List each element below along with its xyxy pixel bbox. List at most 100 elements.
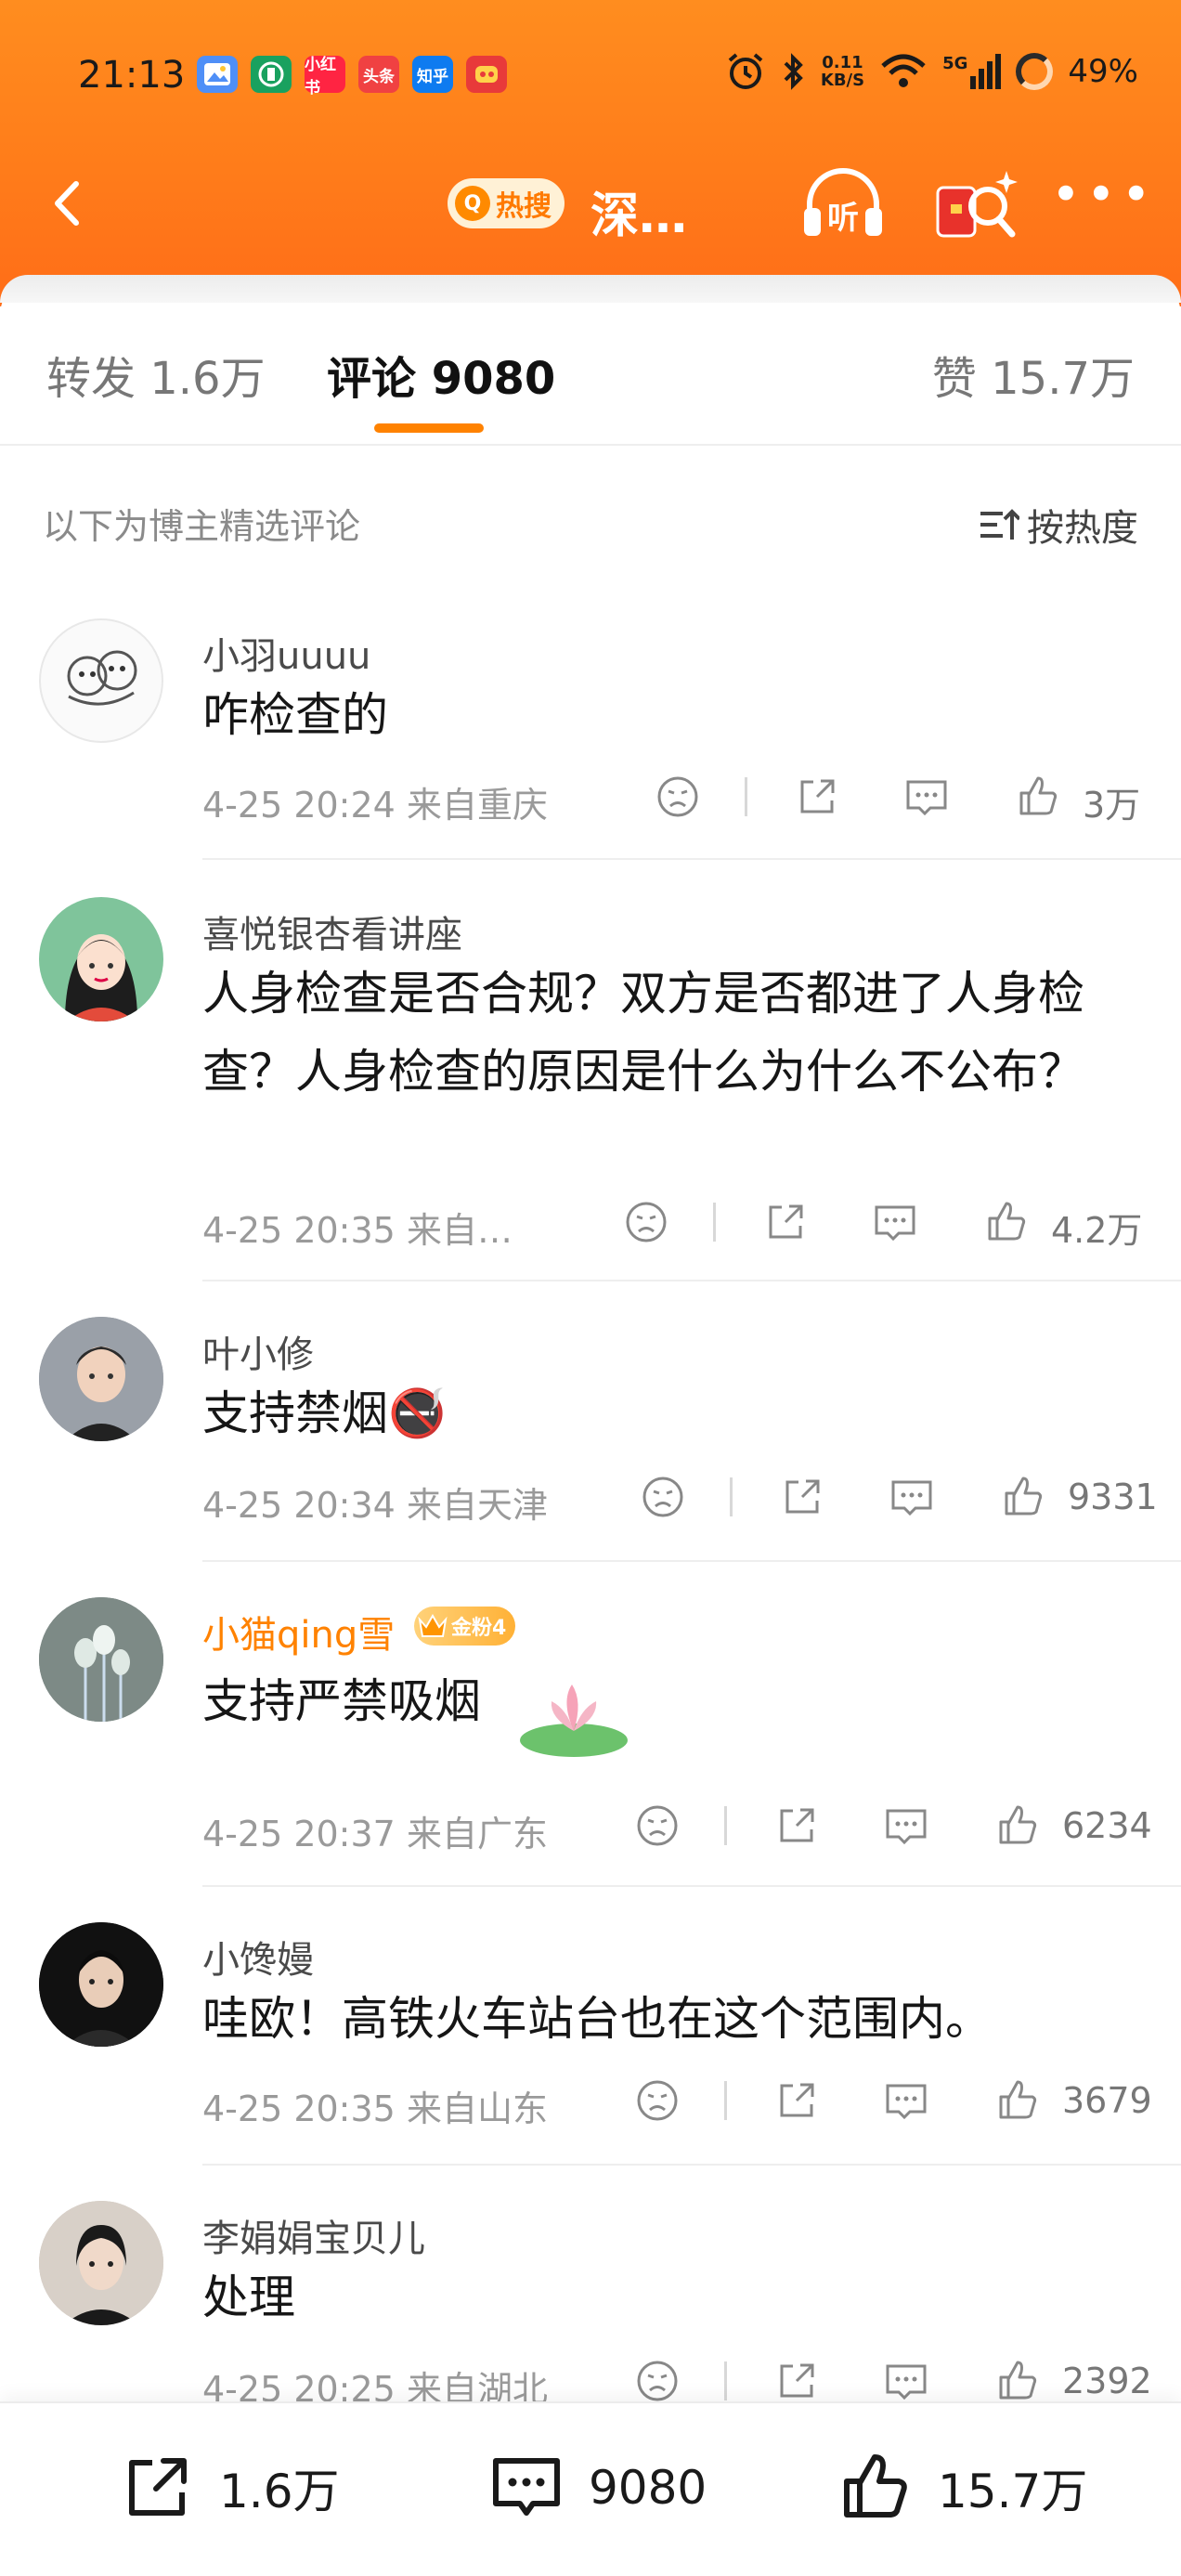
comment-actions: 4.2万 [0, 1194, 1181, 1254]
dislike-button[interactable] [629, 2353, 685, 2409]
dislike-button[interactable] [650, 769, 706, 825]
status-time: 21:13 [78, 54, 186, 97]
repost-button[interactable]: 1.6万 [115, 2446, 340, 2530]
red-packet-icon [936, 171, 1018, 238]
sad-face-icon [626, 1202, 667, 1242]
tab-likes[interactable]: 赞 15.7万 [932, 342, 1135, 407]
share-button[interactable] [774, 1469, 830, 1525]
sad-face-icon [637, 2080, 678, 2121]
like-button[interactable] [990, 2353, 1045, 2409]
hot-search-badge[interactable]: Q 热搜 [448, 178, 565, 228]
dislike-button[interactable] [635, 1469, 691, 1525]
reply-button[interactable] [878, 1798, 934, 1854]
reply-button[interactable] [878, 2353, 934, 2409]
tab-indicator [374, 423, 484, 433]
zhihu-app-icon: 知乎 [412, 56, 453, 93]
tab-bar: 转发 1.6万 评论 9080 赞 15.7万 [0, 342, 1181, 435]
share-button[interactable] [758, 1194, 813, 1250]
like-post-button[interactable]: 15.7万 [834, 2446, 1087, 2530]
thumbs-up-icon [1019, 776, 1058, 815]
reply-button[interactable] [899, 769, 954, 825]
no-smoking-emoji: 🚭 [388, 1386, 447, 1440]
red-packet-search-button[interactable] [928, 163, 1021, 247]
avatar[interactable] [39, 897, 163, 1021]
dislike-button[interactable] [629, 1798, 685, 1854]
dislike-button[interactable] [618, 1194, 674, 1250]
comment-text: 支持严禁吸烟 [202, 1674, 481, 1728]
like-count: 6234 [1062, 1805, 1152, 1846]
back-button[interactable] [37, 171, 102, 236]
reply-button[interactable] [878, 2073, 934, 2128]
tab-comments[interactable]: 评论 9080 [327, 342, 555, 407]
comment-icon [886, 2364, 927, 2400]
username[interactable]: 小馋嫚 [202, 1930, 314, 1984]
status-bar: 21:13 小红书 头条 知乎 0.11 KB/S 5G 49% [0, 0, 1181, 149]
bluetooth-icon [784, 53, 803, 90]
selected-comments-label: 以下为博主精选评论 [43, 506, 361, 547]
thumbs-up-icon [988, 1202, 1026, 1241]
toutiao-app-icon: 头条 [358, 56, 399, 93]
repost-count: 1.6万 [219, 2465, 340, 2518]
comment-text: 处理 [202, 2270, 295, 2324]
lotus-sticker-icon [514, 1673, 635, 1766]
avatar[interactable] [39, 618, 163, 743]
battery-level: 49% [1068, 53, 1138, 90]
comment-icon [875, 1205, 915, 1242]
comment-icon [886, 1809, 927, 1845]
tab-repost[interactable]: 转发 1.6万 [46, 342, 266, 407]
username[interactable]: 喜悦银杏看讲座 [202, 904, 462, 958]
notification-icons: 小红书 头条 知乎 [197, 56, 507, 98]
bottom-action-bar: 1.6万 9080 15.7万 [0, 2401, 1181, 2576]
like-button[interactable] [979, 1194, 1034, 1250]
listen-button[interactable]: 听 [797, 160, 889, 249]
thumbs-up-icon [999, 2080, 1037, 2119]
dislike-button[interactable] [629, 2073, 685, 2128]
net-speed: 0.11 KB/S [820, 53, 865, 90]
like-button[interactable] [995, 1469, 1051, 1525]
like-button[interactable] [990, 2073, 1045, 2128]
comment-button[interactable]: 9080 [485, 2446, 707, 2530]
avatar[interactable] [39, 2201, 163, 2325]
headphones-icon: 听 [804, 168, 882, 237]
gallery-app-icon [197, 56, 238, 93]
avatar[interactable] [39, 1922, 163, 2047]
like-count: 4.2万 [1051, 1210, 1143, 1251]
like-count: 15.7万 [938, 2465, 1088, 2518]
like-count: 3679 [1062, 2080, 1152, 2121]
more-icon[interactable]: ••• [1051, 170, 1151, 232]
sad-face-icon [657, 776, 698, 817]
comment-actions: 6234 [0, 1798, 1181, 1857]
sad-face-icon [637, 2361, 678, 2401]
like-button[interactable] [990, 1798, 1045, 1854]
alarm-icon [728, 53, 763, 89]
thumbs-up-icon [1005, 1477, 1043, 1516]
share-icon [785, 1479, 820, 1514]
sort-by-hot-button[interactable]: 按热度 [979, 498, 1138, 552]
comment-actions: 3679 [0, 2073, 1181, 2132]
share-button[interactable] [769, 2073, 824, 2128]
comment-actions: 3万 [0, 769, 1181, 828]
comment-actions: 9331 [0, 1469, 1181, 1529]
username[interactable]: 小猫qing雪 [202, 1605, 395, 1659]
share-button[interactable] [769, 2353, 824, 2409]
username[interactable]: 叶小修 [202, 1324, 314, 1378]
reply-button[interactable] [884, 1469, 940, 1525]
back-arrow-icon [55, 181, 79, 226]
comment-icon [891, 1480, 932, 1516]
username[interactable]: 小羽uuuu [202, 626, 370, 680]
share-button[interactable] [769, 1798, 824, 1854]
comment-icon [493, 2458, 560, 2516]
signal-icon: 5G [942, 54, 1002, 89]
sort-row: 以下为博主精选评论 按热度 [0, 498, 1181, 553]
avatar[interactable] [39, 1317, 163, 1441]
like-button[interactable] [1010, 769, 1066, 825]
wifi-icon [881, 54, 926, 87]
sad-face-icon [637, 1805, 678, 1846]
comment-icon [886, 2084, 927, 2120]
avatar[interactable] [39, 1597, 163, 1722]
reply-button[interactable] [867, 1194, 923, 1250]
username[interactable]: 李娟娟宝贝儿 [202, 2208, 425, 2262]
share-button[interactable] [789, 769, 845, 825]
header: 21:13 小红书 头条 知乎 0.11 KB/S 5G 49% Q 热搜 深…… [0, 0, 1181, 306]
thumbs-up-icon [999, 1805, 1037, 1844]
